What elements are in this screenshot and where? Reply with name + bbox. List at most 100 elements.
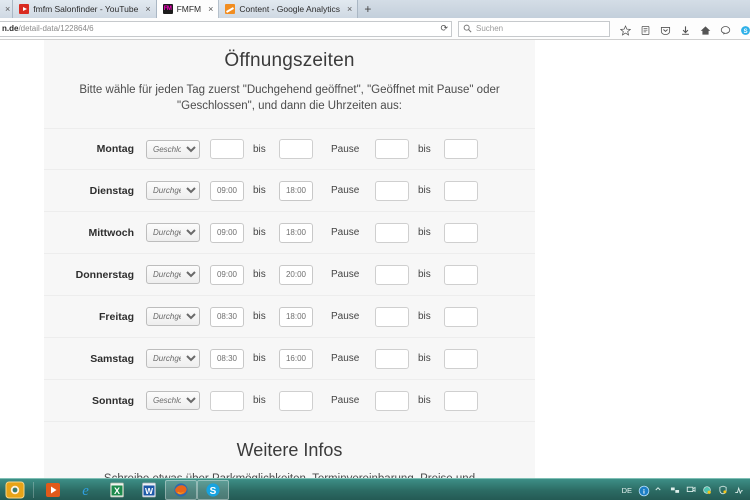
opening-hours-day-list: Montag Geschlossen bis Pause bis Diensta… [44,128,535,422]
pause-end-input[interactable] [444,265,478,285]
pause-start-input[interactable] [375,265,409,285]
new-tab-button[interactable]: + [358,0,377,18]
page-title-opening-hours: Öffnungszeiten [44,50,535,72]
taskbar-item-word[interactable]: W [133,480,165,500]
pause-end-input[interactable] [444,349,478,369]
day-mode-select[interactable]: Durchgehend geöffnet [146,223,200,242]
close-time-input[interactable] [279,349,313,369]
day-mode-select[interactable]: Durchgehend geöffnet [146,265,200,284]
url-path: /detail-data/122864/6 [18,24,93,33]
close-time-input[interactable] [279,139,313,159]
chevron-up-icon[interactable] [654,485,664,495]
action-center-icon[interactable] [734,485,744,495]
browser-tab-google-analytics[interactable]: Content - Google Analytics × [219,0,358,18]
open-time-input[interactable] [210,181,244,201]
taskbar-item-internet-explorer[interactable]: e [69,480,101,500]
pause-start-input[interactable] [375,307,409,327]
tab-label: Content - Google Analytics [239,4,340,14]
day-mode-select[interactable]: Durchgehend geöffnet [146,181,200,200]
search-bar[interactable]: Suchen [458,21,610,37]
day-mode-select[interactable]: Durchgehend geöffnet [146,349,200,368]
taskbar-item-excel[interactable]: X [101,480,133,500]
browser-tab-youtube[interactable]: fmfm Salonfinder - YouTube × [13,0,156,18]
day-mode-select[interactable]: Geschlossen [146,140,200,159]
pause-start-input[interactable] [375,349,409,369]
reader-icon[interactable] [640,23,651,34]
reload-icon[interactable]: ⟳ [436,23,448,34]
skype-icon[interactable]: S [740,23,750,34]
table-row: Freitag Durchgehend geöffnet bis Pause b… [44,296,535,338]
pause-label: Pause [331,311,365,322]
info-balloon-icon[interactable]: i [638,485,648,495]
bis-label: bis [253,395,269,406]
day-label: Samstag [54,353,146,365]
tab-close-icon[interactable]: × [145,4,150,14]
nav-icon-group: S [620,23,750,34]
day-mode-select[interactable]: Geschlossen [146,391,200,410]
open-time-input[interactable] [210,139,244,159]
pause-end-input[interactable] [444,223,478,243]
page-content-panel: Öffnungszeiten Bitte wähle für jeden Tag… [44,40,535,478]
open-time-input[interactable] [210,391,244,411]
pause-start-input[interactable] [375,223,409,243]
pause-start-input[interactable] [375,181,409,201]
bis-label: bis [418,269,434,280]
browser-tab-fmfm[interactable]: FM FMFM × [157,0,220,18]
tab-close-icon[interactable]: × [208,4,213,14]
close-time-input[interactable] [279,181,313,201]
pocket-icon[interactable] [660,23,671,34]
day-label: Freitag [54,311,146,323]
taskbar-item-media-player[interactable] [37,480,69,500]
bis-label: bis [253,353,269,364]
tray-language-indicator[interactable]: DE [622,486,632,495]
pause-start-input[interactable] [375,391,409,411]
table-row: Montag Geschlossen bis Pause bis [44,128,535,170]
open-time-input[interactable] [210,265,244,285]
close-time-input[interactable] [279,265,313,285]
bis-label: bis [253,269,269,280]
pause-end-input[interactable] [444,307,478,327]
pause-label: Pause [331,144,365,155]
bis-label: bis [253,227,269,238]
close-time-input[interactable] [279,307,313,327]
pause-label: Pause [331,269,365,280]
bis-label: bis [253,311,269,322]
tab-close-icon[interactable]: × [347,4,352,14]
open-time-input[interactable] [210,223,244,243]
table-row: Dienstag Durchgehend geöffnet bis Pause … [44,170,535,212]
svg-text:W: W [145,486,154,496]
search-icon [463,24,472,33]
pause-end-input[interactable] [444,181,478,201]
browser-tab-strip: × fmfm Salonfinder - YouTube × FM FMFM ×… [0,0,750,18]
tab-close-icon[interactable]: × [5,4,10,14]
address-bar[interactable]: n.de/detail-data/122864/6 ⟳ [0,21,452,37]
volume-icon[interactable] [702,485,712,495]
pause-start-input[interactable] [375,139,409,159]
close-time-input[interactable] [279,223,313,243]
start-orb-icon[interactable] [0,479,30,501]
taskbar-item-firefox[interactable] [165,480,197,500]
bookmark-star-icon[interactable] [620,23,631,34]
open-time-input[interactable] [210,307,244,327]
pause-end-input[interactable] [444,391,478,411]
more-info-instructions: Schreibe etwas über Parkmöglichkeiten, T… [70,471,509,478]
close-time-input[interactable] [279,391,313,411]
day-mode-select[interactable]: Durchgehend geöffnet [146,307,200,326]
bis-label: bis [418,185,434,196]
svg-text:S: S [210,486,217,497]
open-time-input[interactable] [210,349,244,369]
svg-text:X: X [114,486,120,496]
search-placeholder-text: Suchen [476,24,503,33]
network-icon[interactable] [670,485,680,495]
taskbar-item-skype[interactable]: S [197,480,229,500]
pause-end-input[interactable] [444,139,478,159]
chat-icon[interactable] [720,23,731,34]
system-tray: DE i [622,479,750,501]
downloads-icon[interactable] [680,23,691,34]
shield-icon[interactable] [718,485,728,495]
bis-label: bis [418,311,434,322]
browser-tab-partial[interactable]: × [0,0,13,18]
pause-label: Pause [331,227,365,238]
home-icon[interactable] [700,23,711,34]
display-icon[interactable] [686,485,696,495]
